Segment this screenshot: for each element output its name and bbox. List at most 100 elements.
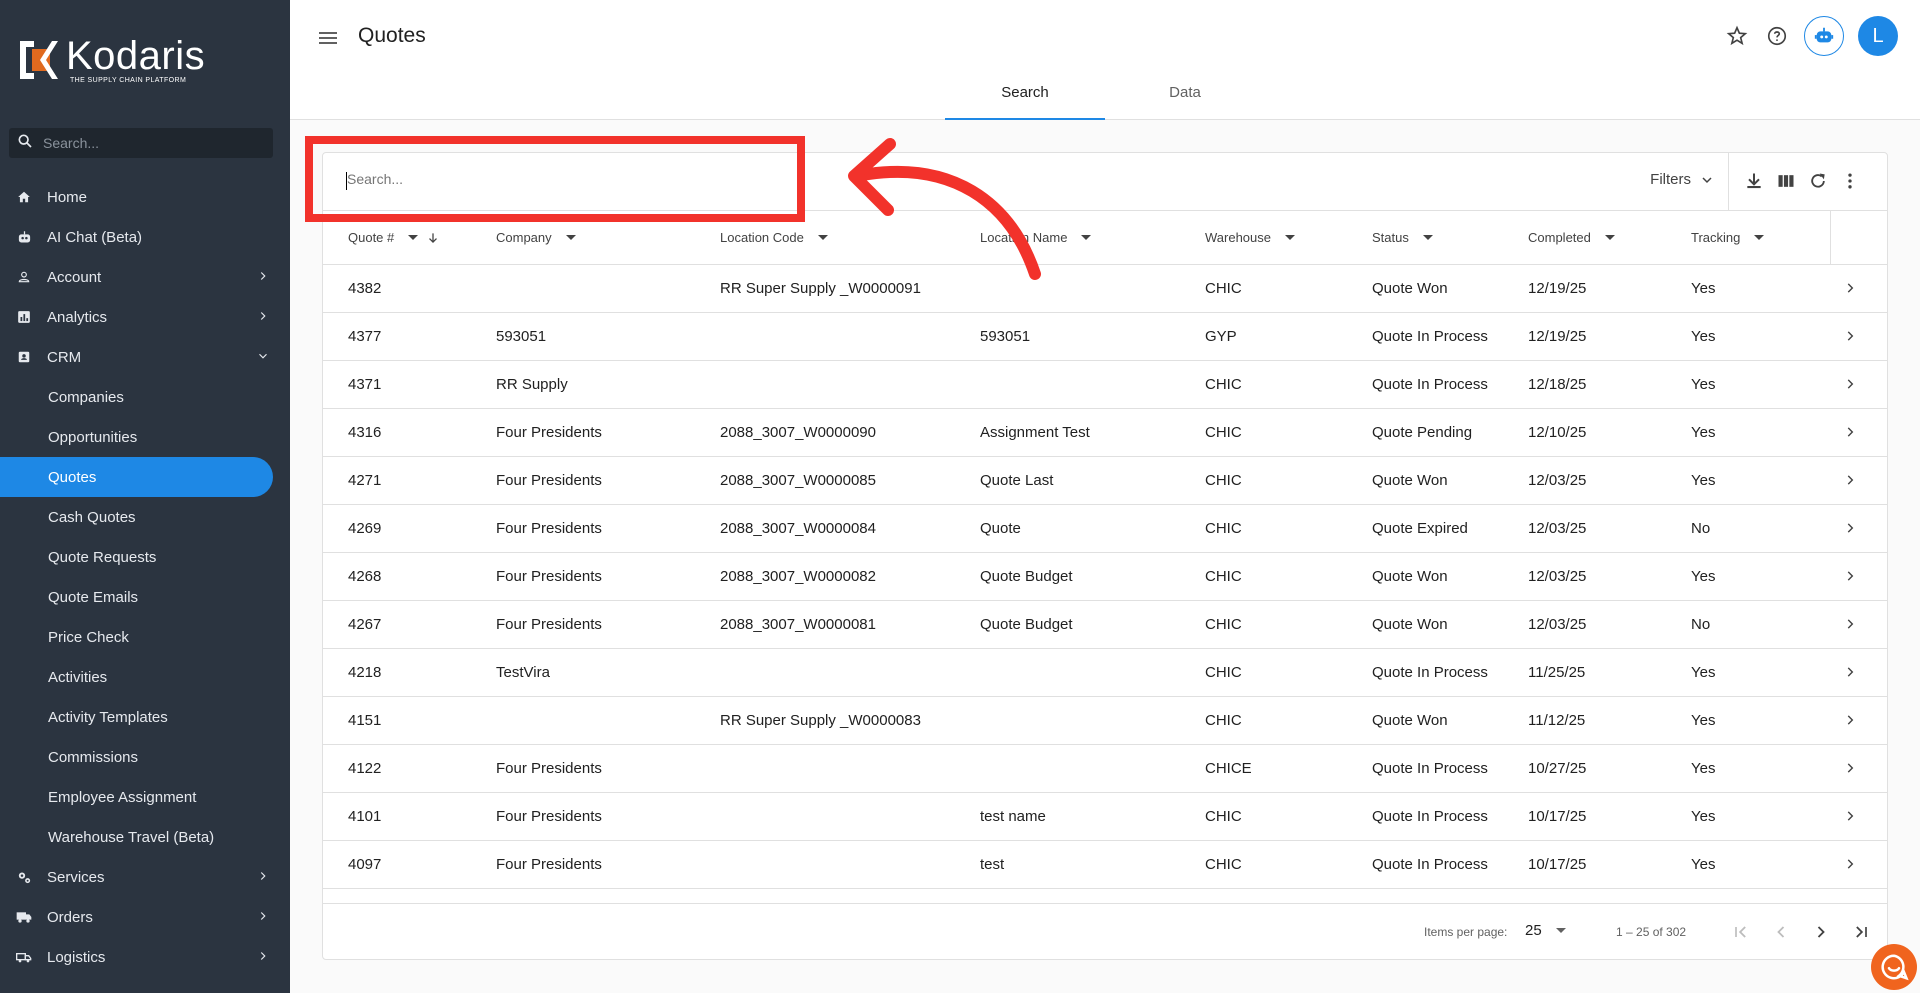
sidebar-item-price-check[interactable]: Price Check <box>0 617 290 657</box>
cell-status: Quote Won <box>1372 712 1448 729</box>
ai-assistant-button[interactable] <box>1804 16 1844 56</box>
previous-page-icon[interactable] <box>1769 920 1793 944</box>
column-header-location-code[interactable]: Location Code <box>720 230 828 245</box>
cell-completed: 11/25/25 <box>1528 664 1586 681</box>
chevron-right-icon[interactable] <box>1843 857 1857 871</box>
search-icon <box>17 133 33 154</box>
chevron-right-icon[interactable] <box>1843 569 1857 583</box>
last-page-icon[interactable] <box>1849 920 1873 944</box>
table-row[interactable]: 4382 RR Super Supply _W0000091 CHIC Quote W… <box>323 265 1887 313</box>
download-icon[interactable] <box>1743 170 1765 192</box>
avatar[interactable]: L <box>1858 16 1898 56</box>
sort-menu-icon[interactable] <box>408 235 419 240</box>
sort-menu-icon[interactable] <box>565 235 576 240</box>
sidebar-search-input[interactable]: Search... <box>9 128 273 158</box>
column-header-warehouse[interactable]: Warehouse <box>1205 230 1295 245</box>
star-icon[interactable] <box>1724 23 1750 49</box>
items-per-page-select[interactable]: 25 <box>1525 922 1566 939</box>
chevron-down-icon <box>1702 176 1712 183</box>
sort-menu-icon[interactable] <box>817 235 828 240</box>
sidebar-item-cash-quotes[interactable]: Cash Quotes <box>0 497 290 537</box>
sidebar-item-quotes[interactable]: Quotes <box>0 457 273 497</box>
chevron-right-icon[interactable] <box>1843 713 1857 727</box>
sidebar-item-account[interactable]: Account <box>0 257 290 297</box>
sort-menu-icon[interactable] <box>1754 235 1765 240</box>
table-row[interactable]: 4268 Four Presidents 2088_3007_W0000082 Quo… <box>323 553 1887 601</box>
tab-search[interactable]: Search <box>945 84 1105 120</box>
sort-menu-icon[interactable] <box>1081 235 1092 240</box>
sidebar-search-placeholder: Search... <box>43 135 100 151</box>
cell-tracking: Yes <box>1691 328 1716 345</box>
column-header-status[interactable]: Status <box>1372 230 1433 245</box>
table-row[interactable]: 4316 Four Presidents 2088_3007_W0000090 Ass… <box>323 409 1887 457</box>
sidebar-item-crm[interactable]: CRM <box>0 337 290 377</box>
sidebar-item-logistics[interactable]: Logistics <box>0 937 290 977</box>
sort-menu-icon[interactable] <box>1604 235 1615 240</box>
sort-menu-icon[interactable] <box>1285 235 1295 240</box>
chevron-right-icon[interactable] <box>1843 281 1857 295</box>
sidebar-item-quote-emails[interactable]: Quote Emails <box>0 577 290 617</box>
sidebar-item-commissions[interactable]: Commissions <box>0 737 290 777</box>
table-row[interactable]: 4271 Four Presidents 2088_3007_W0000085 Quo… <box>323 457 1887 505</box>
sidebar-item-quote-requests[interactable]: Quote Requests <box>0 537 290 577</box>
table-row[interactable]: 4267 Four Presidents 2088_3007_W0000081 Quo… <box>323 601 1887 649</box>
table-row[interactable]: 4122 Four Presidents CHICE Quote In Process… <box>323 745 1887 793</box>
column-header-quote-number[interactable]: Quote # <box>348 230 440 245</box>
kodaris-logo[interactable]: Kodaris THE SUPPLY CHAIN PLATFORM <box>18 36 205 84</box>
chevron-right-icon[interactable] <box>1843 473 1857 487</box>
table-row[interactable]: 4218 TestVira CHIC Quote In Process 11/25/25… <box>323 649 1887 697</box>
menu-icon[interactable] <box>316 26 340 50</box>
column-header-tracking[interactable]: Tracking <box>1691 230 1765 245</box>
gears-icon <box>16 869 32 885</box>
refresh-icon[interactable] <box>1807 170 1829 192</box>
sidebar-item-opportunities[interactable]: Opportunities <box>0 417 290 457</box>
sidebar-item-ai-chat[interactable]: AI Chat (Beta) <box>0 217 290 257</box>
cell-warehouse: CHIC <box>1205 376 1242 393</box>
help-icon[interactable] <box>1764 23 1790 49</box>
sidebar-item-label: Activity Templates <box>48 708 168 726</box>
table-row[interactable]: 4269 Four Presidents 2088_3007_W0000084 Quo… <box>323 505 1887 553</box>
cell-completed: 12/10/25 <box>1528 424 1587 441</box>
chevron-right-icon[interactable] <box>1843 809 1857 823</box>
sidebar-item-home[interactable]: Home <box>0 177 290 217</box>
next-page-icon[interactable] <box>1809 920 1833 944</box>
sidebar-item-services[interactable]: Services <box>0 857 290 897</box>
chevron-right-icon[interactable] <box>1843 377 1857 391</box>
sidebar-item-orders[interactable]: Orders <box>0 897 290 937</box>
chat-widget-button[interactable] <box>1871 944 1917 990</box>
column-header-completed[interactable]: Completed <box>1528 230 1615 245</box>
table-row[interactable]: 4377 593051 593051 GYP Quote In Process 12/19… <box>323 313 1887 361</box>
analytics-icon <box>16 309 32 325</box>
table-row[interactable]: 4151 RR Super Supply _W0000083 CHIC Quote W… <box>323 697 1887 745</box>
chevron-right-icon[interactable] <box>1843 665 1857 679</box>
chevron-right-icon[interactable] <box>1843 329 1857 343</box>
table-row[interactable]: 4101 Four Presidents test name CHIC Quote In… <box>323 793 1887 841</box>
chevron-right-icon <box>260 912 266 920</box>
table-row[interactable]: 4371 RR Supply CHIC Quote In Process 12/18/2… <box>323 361 1887 409</box>
sort-menu-icon[interactable] <box>1422 235 1433 240</box>
sidebar-item-activity-templates[interactable]: Activity Templates <box>0 697 290 737</box>
cell-completed: 12/03/25 <box>1528 472 1587 489</box>
table-row[interactable]: 4097 Four Presidents test CHIC Quote In Proc… <box>323 841 1887 889</box>
sidebar-item-warehouse-travel[interactable]: Warehouse Travel (Beta) <box>0 817 290 857</box>
filters-button[interactable]: Filters <box>1650 171 1715 188</box>
sidebar-item-companies[interactable]: Companies <box>0 377 290 417</box>
more-vert-icon[interactable] <box>1839 170 1861 192</box>
first-page-icon[interactable] <box>1729 920 1753 944</box>
cell-status: Quote In Process <box>1372 808 1488 825</box>
sidebar-item-activities[interactable]: Activities <box>0 657 290 697</box>
chevron-right-icon[interactable] <box>1843 761 1857 775</box>
sidebar-item-analytics[interactable]: Analytics <box>0 297 290 337</box>
cell-company: Four Presidents <box>496 808 602 825</box>
cell-quote-number: 4316 <box>348 424 382 441</box>
columns-icon[interactable] <box>1775 170 1797 192</box>
column-header-company[interactable]: Company <box>496 230 576 245</box>
chevron-right-icon[interactable] <box>1843 521 1857 535</box>
tab-data[interactable]: Data <box>1105 84 1265 120</box>
arrow-down-icon[interactable] <box>426 231 440 245</box>
sidebar-item-employee-assignment[interactable]: Employee Assignment <box>0 777 290 817</box>
chevron-right-icon[interactable] <box>1843 425 1857 439</box>
sidebar-item-label: Commissions <box>48 748 139 766</box>
chevron-right-icon[interactable] <box>1843 617 1857 631</box>
cell-location-name: Quote Last <box>980 472 1054 489</box>
